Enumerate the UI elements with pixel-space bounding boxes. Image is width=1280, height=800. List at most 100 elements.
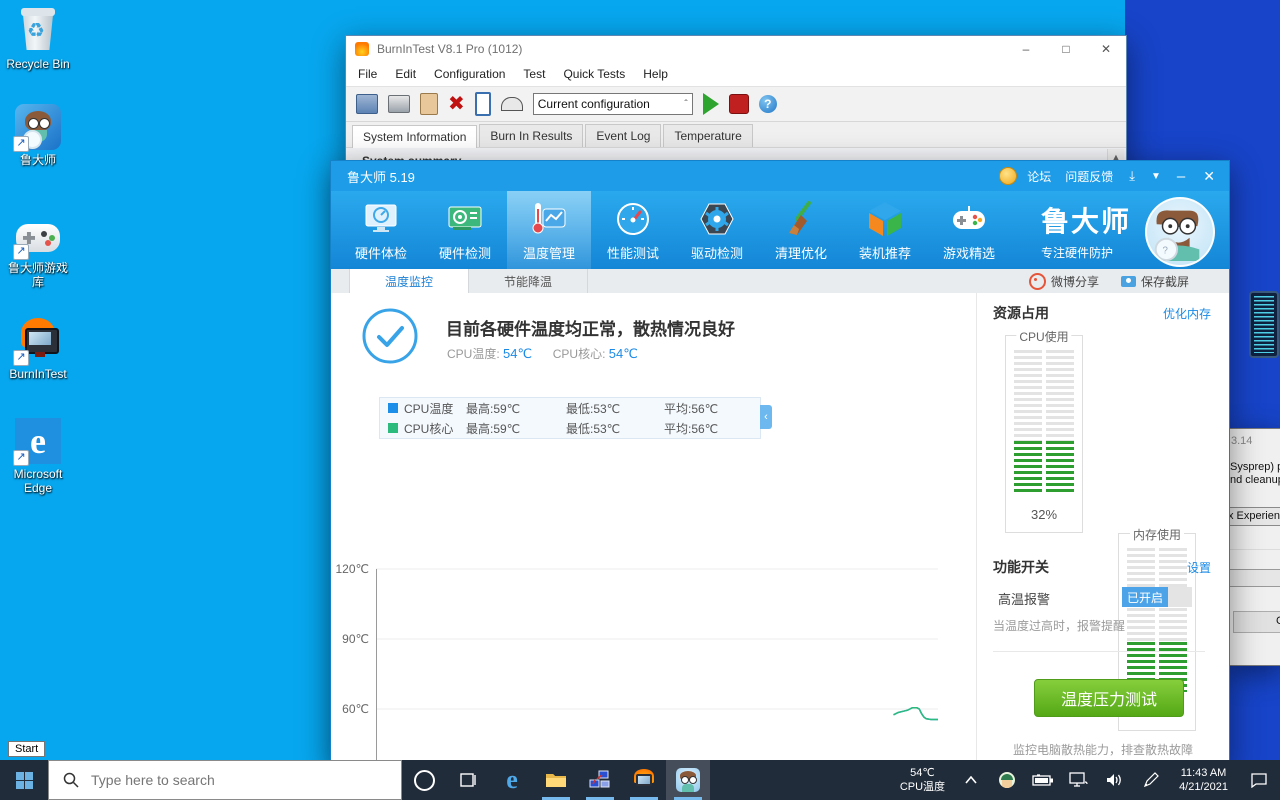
legend-min: 最低:53℃ (566, 400, 664, 417)
help-button[interactable]: ? (759, 95, 777, 113)
nav-label: 温度管理 (523, 243, 575, 262)
taskbar-burnintest-button[interactable] (622, 760, 666, 800)
tray-show-hidden-icons[interactable] (953, 760, 989, 800)
nav-game-selection[interactable]: 游戏精选 (927, 191, 1011, 269)
tray-ludashi-mascot[interactable] (989, 760, 1025, 800)
minimize-button[interactable]: – (1177, 168, 1185, 185)
close-button[interactable]: ✕ (1203, 168, 1215, 185)
nav-performance-test[interactable]: 性能测试 (591, 191, 675, 269)
tray-volume[interactable] (1097, 760, 1133, 800)
high-temp-alarm-label: 高温报警 (998, 589, 1050, 608)
brand-subtitle: 专注硬件防护 (1041, 244, 1131, 261)
tray-cpu-temp[interactable]: 54℃ CPU温度 (892, 760, 953, 800)
legend-swatch (388, 423, 398, 433)
weibo-share-button[interactable]: 微博分享 (1029, 269, 1099, 293)
tab-temperature-monitor[interactable]: 温度监控 (349, 269, 469, 293)
task-view-button[interactable] (446, 760, 490, 800)
search-input[interactable] (89, 771, 373, 789)
sysprep-dropdown-fragment[interactable]: x Experien (1228, 507, 1280, 526)
legend-swatch (388, 403, 398, 413)
burnintest-titlebar[interactable]: BurnInTest V8.1 Pro (1012) – □ ✕ (346, 36, 1126, 62)
feedback-link[interactable]: 问题反馈 (1065, 168, 1113, 185)
nav-temperature[interactable]: 温度管理 (507, 191, 591, 269)
taskbar-ludashi-button[interactable] (666, 760, 710, 800)
desktop-icon-ludashi[interactable]: ↗ 鲁大师 (3, 104, 73, 167)
desktop-widget-stripes (1249, 291, 1279, 358)
weibo-icon (1029, 273, 1046, 290)
tab-cooling[interactable]: 节能降温 (469, 269, 588, 293)
download-icon[interactable]: ⤓ (1129, 168, 1135, 184)
sysprep-button-fragment[interactable]: C (1233, 611, 1280, 633)
start-tests-button[interactable] (703, 93, 719, 115)
legend-max: 最高:59℃ (466, 400, 566, 417)
menu-help[interactable]: Help (643, 67, 668, 81)
burnintest-toolbar: ✖ Current configuration ˆ﻿ ? (346, 86, 1126, 122)
desktop-icon-burnintest[interactable]: ↗ BurnInTest (3, 318, 73, 381)
cpu-core-label: CPU核心: (553, 347, 606, 361)
nav-hardware-checkup[interactable]: 硬件体检 (339, 191, 423, 269)
ludashi-window-title: 鲁大师 5.19 (347, 167, 415, 186)
optimize-memory-link[interactable]: 优化内存 (1163, 305, 1211, 322)
thermometer-chart-icon (529, 199, 569, 239)
dropdown-caret-icon[interactable]: ▼ (1151, 171, 1161, 182)
sysprep-dialog-fragment: 3.14 Sysprep) pr nd cleanup. x Experien … (1228, 428, 1280, 666)
taskbar-edge-button[interactable]: e (490, 760, 534, 800)
action-center-button[interactable] (1238, 760, 1280, 800)
settings-link[interactable]: 设置 (1187, 559, 1211, 576)
tab-temperature[interactable]: Temperature (663, 124, 752, 147)
y-tick-90: 90℃ (331, 632, 369, 646)
print-icon[interactable] (388, 95, 410, 113)
tab-system-information[interactable]: System Information (352, 125, 477, 148)
action-center-icon (1250, 772, 1268, 788)
menu-test[interactable]: Test (523, 67, 545, 81)
menu-file[interactable]: File (358, 67, 377, 81)
temperature-stress-test-button[interactable]: 温度压力测试 (1034, 679, 1184, 717)
desktop-icon-edge[interactable]: e ↗ Microsoft Edge (3, 418, 73, 495)
tray-battery[interactable] (1025, 760, 1061, 800)
desktop-icon-label: 鲁大师游戏 (3, 261, 73, 275)
medal-icon[interactable] (999, 167, 1017, 185)
nav-cleanup[interactable]: 清理优化 (759, 191, 843, 269)
ludashi-titlebar[interactable]: 鲁大师 5.19 论坛 问题反馈 ⤓ ▼ – ✕ (331, 161, 1229, 191)
cpu-core-value: 54℃ (609, 346, 638, 361)
nav-driver-detection[interactable]: 驱动检测 (675, 191, 759, 269)
gauge-icon[interactable] (501, 97, 523, 111)
high-temp-alarm-toggle[interactable]: 已开启 (1122, 587, 1192, 607)
menu-edit[interactable]: Edit (395, 67, 416, 81)
taskbar-file-explorer-button[interactable] (534, 760, 578, 800)
clipboard-icon[interactable] (420, 93, 438, 115)
battery-test-icon[interactable] (475, 92, 491, 116)
tray-pen[interactable] (1133, 760, 1169, 800)
stop-tests-button[interactable] (729, 94, 749, 114)
tray-network[interactable] (1061, 760, 1097, 800)
delete-icon[interactable]: ✖ (448, 94, 465, 114)
menu-configuration[interactable]: Configuration (434, 67, 505, 81)
taskbar-search[interactable] (48, 760, 402, 800)
tab-burn-in-results[interactable]: Burn In Results (479, 124, 583, 147)
taskbar-network-app-button[interactable] (578, 760, 622, 800)
mascot-face-icon: ? (1147, 199, 1209, 261)
menu-quick-tests[interactable]: Quick Tests (563, 67, 625, 81)
save-report-icon[interactable] (356, 94, 378, 114)
sysprep-dropdown2-fragment[interactable] (1228, 569, 1280, 587)
maximize-button[interactable]: □ (1046, 42, 1086, 56)
minimize-button[interactable]: – (1006, 42, 1046, 56)
desktop-icon-ludashi-games[interactable]: ↗ 鲁大师游戏 库 (3, 220, 73, 289)
forum-link[interactable]: 论坛 (1027, 168, 1051, 185)
mascot-avatar[interactable]: ? (1145, 197, 1215, 267)
close-button[interactable]: ✕ (1086, 42, 1126, 56)
configuration-select-value: Current configuration (538, 97, 677, 111)
legend-collapse-button[interactable]: ‹ (760, 405, 772, 429)
cortana-button[interactable] (402, 760, 446, 800)
desktop-icon-recycle-bin[interactable]: ♻ Recycle Bin (3, 8, 73, 71)
configuration-select[interactable]: Current configuration ˆ (533, 93, 693, 115)
cpu-temp-label: CPU温度: (447, 347, 500, 361)
nav-hardware-test[interactable]: 硬件检测 (423, 191, 507, 269)
cortana-icon (414, 770, 435, 791)
start-button[interactable] (0, 760, 48, 800)
tray-clock[interactable]: 11:43 AM 4/21/2021 (1169, 760, 1238, 800)
legend-row-cpu-temp: CPU温度 最高:59℃ 最低:53℃ 平均:56℃ (380, 398, 760, 418)
tab-event-log[interactable]: Event Log (585, 124, 661, 147)
save-screenshot-button[interactable]: 保存截屏 (1121, 269, 1189, 293)
nav-build-recommend[interactable]: 装机推荐 (843, 191, 927, 269)
